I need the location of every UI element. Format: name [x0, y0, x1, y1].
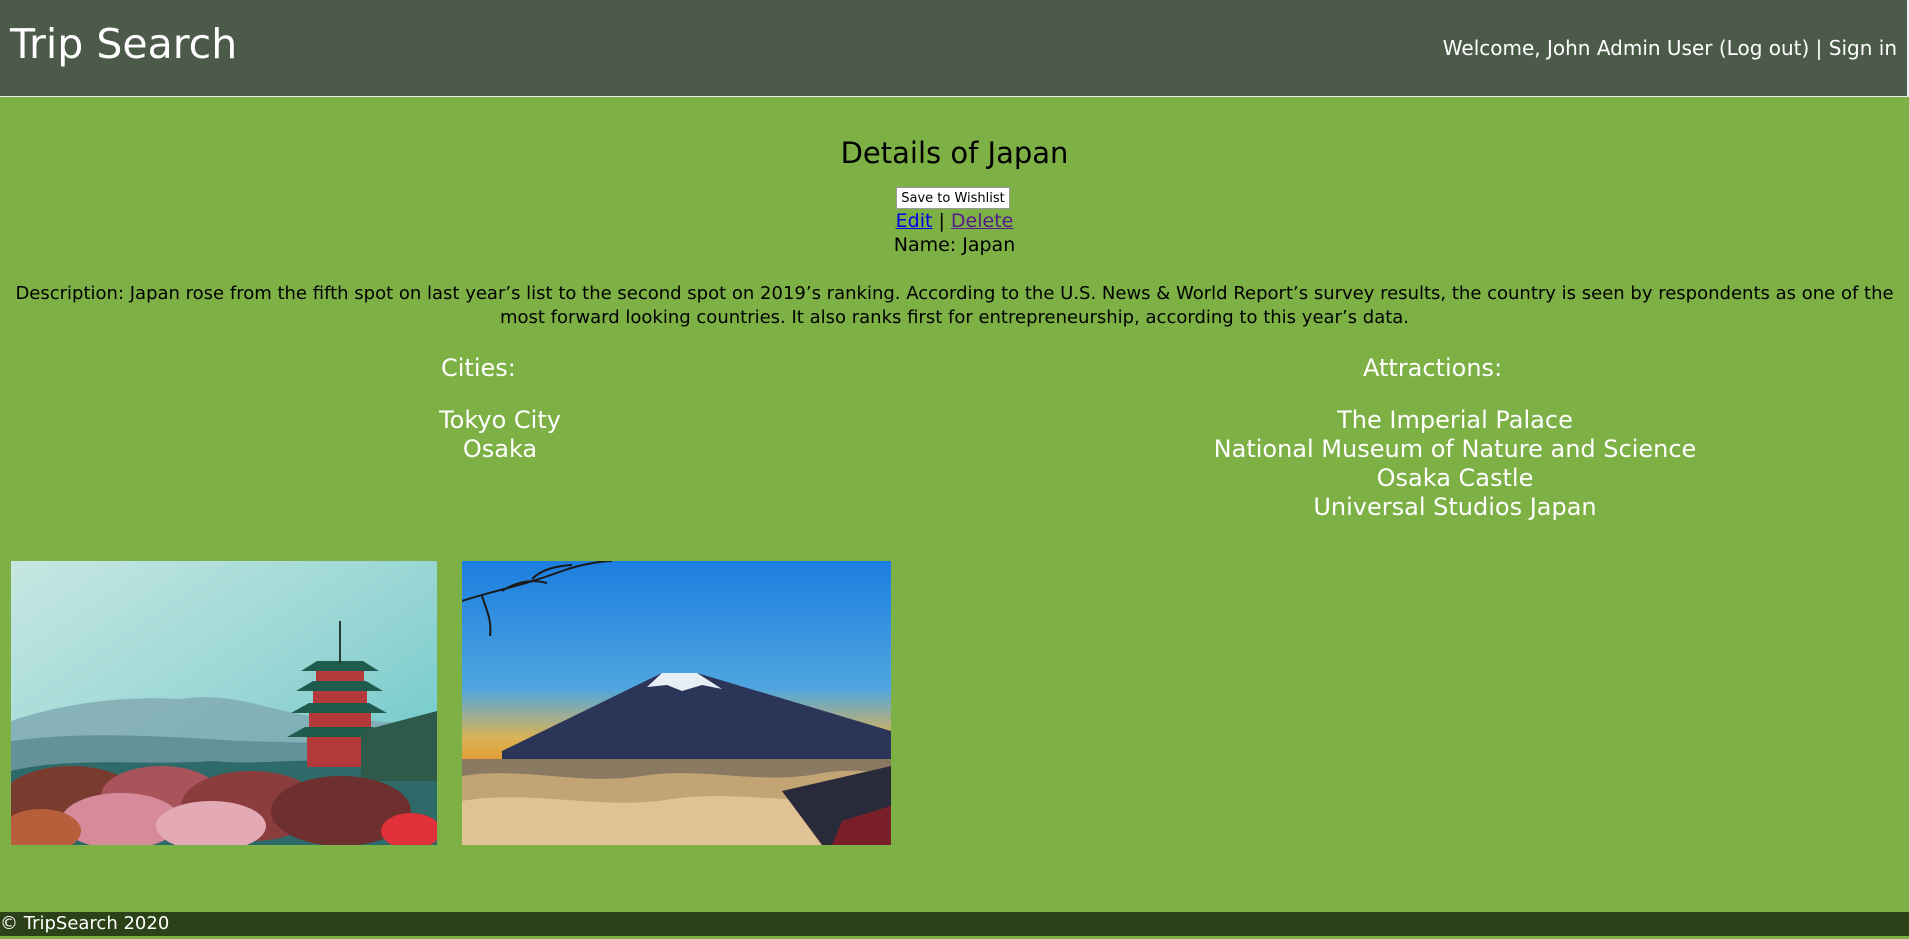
action-separator: |: [932, 210, 951, 232]
attraction-item: Osaka Castle: [1376, 464, 1534, 492]
welcome-text: Welcome, John Admin User: [1442, 36, 1719, 60]
country-description: Description: Japan rose from the fifth s…: [15, 283, 1894, 328]
nav-separator: |: [1809, 36, 1829, 60]
logout-link[interactable]: (Log out): [1719, 36, 1809, 60]
delete-link[interactable]: Delete: [951, 210, 1013, 232]
page-footer: © TripSearch 2020: [0, 912, 1909, 936]
attraction-item: Universal Studios Japan: [1313, 493, 1597, 521]
top-navbar: Trip Search Welcome, John Admin User (Lo…: [0, 0, 1909, 97]
attractions-list: The Imperial Palace National Museum of N…: [1155, 406, 1755, 522]
attraction-item: National Museum of Nature and Science: [1213, 435, 1697, 463]
attraction-item: The Imperial Palace: [1337, 406, 1573, 434]
cities-list: Tokyo City Osaka: [400, 406, 600, 464]
brand-link[interactable]: Trip Search: [10, 24, 237, 65]
edit-link[interactable]: Edit: [896, 210, 933, 232]
fuji-photo: [462, 561, 891, 845]
signin-link[interactable]: Sign in: [1829, 36, 1897, 60]
page-title: Details of Japan: [840, 136, 1069, 170]
pagoda-photo: [11, 561, 437, 845]
record-actions: Edit | Delete: [0, 210, 1909, 232]
city-item: Osaka: [462, 435, 538, 463]
country-name: Name: Japan: [893, 234, 1016, 256]
city-item: Tokyo City: [439, 406, 561, 434]
user-status: Welcome, John Admin User (Log out) | Sig…: [1443, 36, 1897, 60]
save-to-wishlist-button[interactable]: Save to Wishlist: [896, 187, 1010, 209]
attractions-heading: Attractions:: [1363, 354, 1503, 382]
cities-heading: Cities:: [441, 354, 516, 382]
